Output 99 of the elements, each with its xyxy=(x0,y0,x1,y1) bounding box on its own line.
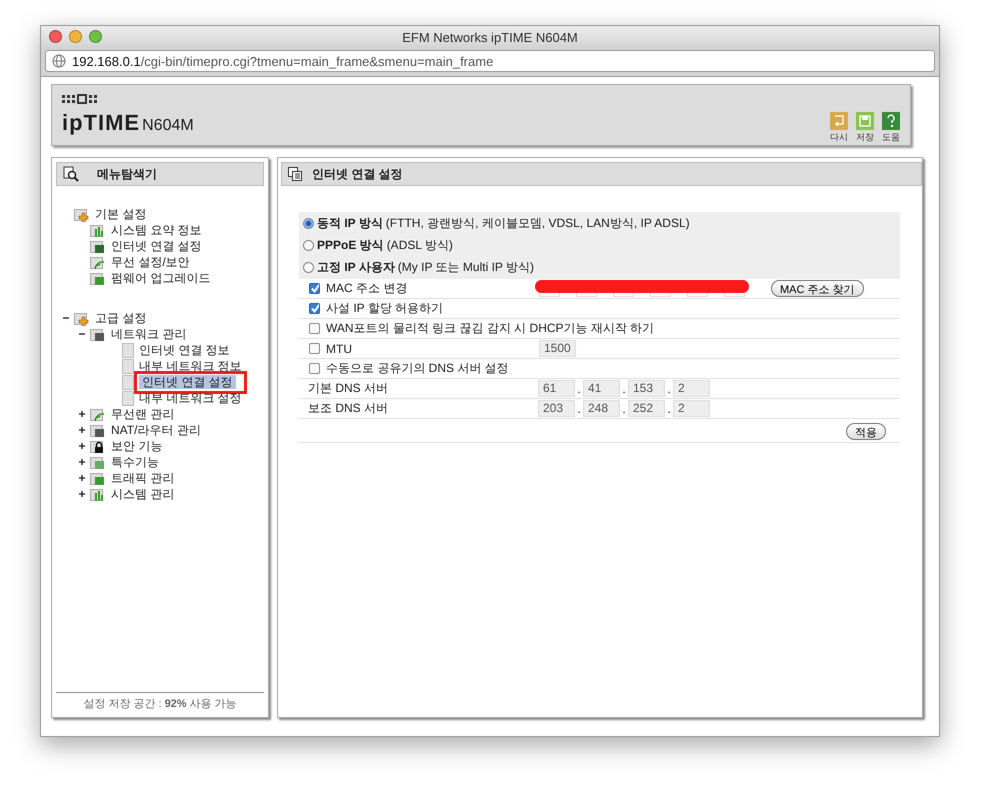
tree-toggle[interactable]: + xyxy=(78,472,86,484)
setting-label: MTU xyxy=(326,342,352,356)
tree-item[interactable]: 시스템 요약 정보 xyxy=(108,222,205,238)
tree-item[interactable]: 네트워크 관리 xyxy=(108,326,190,342)
radio-button[interactable] xyxy=(303,262,314,273)
setting-label: WAN포트의 물리적 링크 끊김 감지 시 DHCP기능 재시작 하기 xyxy=(326,320,654,337)
mode-label: PPPoE 방식 xyxy=(317,237,384,254)
sidebar-title: 메뉴탐색기 xyxy=(97,166,157,182)
minimize-icon[interactable] xyxy=(69,30,82,43)
input-field[interactable]: 248 xyxy=(583,400,620,417)
folder-chart-icon xyxy=(90,222,106,238)
action-label: 도움 xyxy=(882,131,900,144)
tree-toggle[interactable]: + xyxy=(78,408,86,420)
folder-icon xyxy=(90,238,106,254)
storage-note: 설정 저장 공간 : 92% 사용 가능 xyxy=(83,698,237,710)
address-field[interactable]: 192.168.0.1/cgi-bin/timepro.cgi?tmenu=main_frame&smenu=main_frame xyxy=(45,50,935,72)
find-mac-button[interactable]: MAC 주소 찾기 xyxy=(771,280,864,297)
action-label: 다시 xyxy=(830,131,848,144)
page-icon xyxy=(122,358,134,374)
floppy-icon[interactable] xyxy=(856,112,874,130)
radio-button[interactable] xyxy=(303,218,314,229)
mode-label: 동적 IP 방식 xyxy=(317,215,383,232)
ip-separator: . xyxy=(666,402,672,416)
window-title: EFM Networks ipTIME N604M xyxy=(402,30,578,44)
checkbox[interactable] xyxy=(309,363,320,374)
folder-icon xyxy=(90,326,106,342)
tree-item[interactable]: 트래픽 관리 xyxy=(108,470,178,486)
tree-item[interactable]: 인터넷 연결 설정 xyxy=(108,238,205,254)
folder-chart-icon xyxy=(90,486,106,502)
tree-item[interactable]: 특수기능 xyxy=(108,454,162,470)
folder-icon xyxy=(90,454,106,470)
setting-label: 보조 DNS 서버 xyxy=(308,400,388,417)
tree-item[interactable]: 무선 설정/보안 xyxy=(108,254,193,270)
close-icon[interactable] xyxy=(49,30,62,43)
page-icon xyxy=(122,390,134,406)
logo-text: ipTIME xyxy=(62,110,140,136)
page-icon xyxy=(122,374,134,390)
apply-button[interactable]: 적용 xyxy=(846,423,886,440)
windows-icon xyxy=(288,167,302,181)
input-field[interactable]: 203 xyxy=(538,400,575,417)
folder-icon xyxy=(74,206,90,222)
checkbox[interactable] xyxy=(309,303,320,314)
tree-item[interactable]: 내부 네트워크 정보 xyxy=(136,358,245,374)
folder-icon xyxy=(74,310,90,326)
tree-toggle[interactable]: + xyxy=(78,424,86,436)
tree-item[interactable]: NAT/라우터 관리 xyxy=(108,422,204,438)
tree-item[interactable]: 기본 설정 xyxy=(92,206,150,222)
tree-item[interactable]: 시스템 관리 xyxy=(108,486,178,502)
input-field[interactable]: 2 xyxy=(673,380,710,397)
question-icon[interactable] xyxy=(882,112,900,130)
setting-label: 기본 DNS 서버 xyxy=(308,380,388,397)
mode-detail: (FTTH, 광랜방식, 케이블모뎀, VDSL, LAN방식, IP ADSL) xyxy=(386,215,690,232)
ip-separator: . xyxy=(666,382,672,396)
tree-item[interactable]: 인터넷 연결 정보 xyxy=(136,342,233,358)
setting-label: 수동으로 공유기의 DNS 서버 설정 xyxy=(326,360,509,377)
content-title: 인터넷 연결 설정 xyxy=(312,166,403,182)
mode-detail: (ADSL 방식) xyxy=(386,237,453,254)
tree-item[interactable]: 펌웨어 업그레이드 xyxy=(108,270,214,286)
return-icon[interactable] xyxy=(830,112,848,130)
setting-label: 사설 IP 할당 허용하기 xyxy=(326,300,444,317)
folder-lock-icon xyxy=(90,438,106,454)
tree-item[interactable]: 내부 네트워크 설정 xyxy=(136,390,245,406)
input-field[interactable]: 252 xyxy=(628,400,665,417)
ip-separator: . xyxy=(576,382,582,396)
input-field[interactable]: 41 xyxy=(583,380,620,397)
tree-toggle[interactable]: − xyxy=(78,328,86,340)
tree-item[interactable]: 무선랜 관리 xyxy=(108,406,178,422)
folder-icon xyxy=(90,254,106,270)
input-field[interactable]: 61 xyxy=(538,380,575,397)
setting-label: MAC 주소 변경 xyxy=(326,280,408,297)
tree-toggle[interactable]: + xyxy=(78,440,86,452)
input-field[interactable]: 153 xyxy=(628,380,665,397)
folder-icon xyxy=(90,270,106,286)
ip-separator: . xyxy=(621,382,627,396)
search-icon xyxy=(63,166,79,182)
zoom-icon[interactable] xyxy=(89,30,102,43)
input-field[interactable]: 1500 xyxy=(539,340,576,357)
radio-button[interactable] xyxy=(303,240,314,251)
tree-item[interactable]: 고급 설정 xyxy=(92,310,150,326)
tree-item[interactable]: 인터넷 연결 설정 xyxy=(139,374,236,388)
folder-icon xyxy=(90,470,106,486)
page-icon xyxy=(122,342,134,358)
folder-icon xyxy=(90,422,106,438)
model-name: N604M xyxy=(142,117,194,135)
mode-detail: (My IP 또는 Multi IP 방식) xyxy=(398,259,534,276)
tree-item[interactable]: 보안 기능 xyxy=(108,438,166,454)
ip-separator: . xyxy=(576,402,582,416)
action-label: 저장 xyxy=(856,131,874,144)
checkbox[interactable] xyxy=(309,343,320,354)
globe-icon xyxy=(52,54,66,68)
ip-separator: . xyxy=(621,402,627,416)
checkbox[interactable] xyxy=(309,283,320,294)
tree-toggle[interactable]: + xyxy=(78,456,86,468)
tree-toggle[interactable]: − xyxy=(62,312,70,324)
input-field[interactable]: 2 xyxy=(673,400,710,417)
tree-toggle[interactable]: + xyxy=(78,488,86,500)
folder-icon xyxy=(90,406,106,422)
checkbox[interactable] xyxy=(309,323,320,334)
mode-label: 고정 IP 사용자 xyxy=(317,259,395,276)
